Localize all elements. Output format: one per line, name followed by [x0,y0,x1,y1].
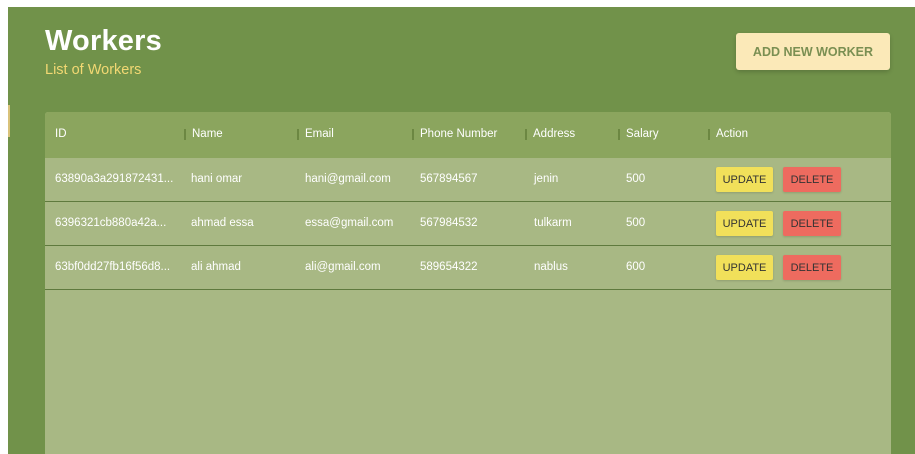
cell-email: ali@gmail.com [305,261,381,273]
table-row[interactable]: 63890a3a291872431... hani omar hani@gmai… [45,158,891,202]
column-separator [708,128,710,140]
column-header-id[interactable]: ID [55,128,67,140]
page-title: Workers [45,25,162,57]
column-label: Action [716,128,748,140]
column-label: Address [533,128,576,140]
column-label: Phone Number [420,128,498,140]
column-header-salary[interactable]: Salary [618,128,659,140]
delete-button[interactable]: DELETE [783,255,841,280]
cell-phone: 567894567 [420,173,478,185]
column-label: Email [305,128,334,140]
cell-phone: 567984532 [420,217,478,229]
update-button[interactable]: UPDATE [716,167,773,192]
cell-email: hani@gmail.com [305,173,391,185]
update-button[interactable]: UPDATE [716,255,773,280]
cell-id: 63bf0dd27fb16f56d8... [55,261,171,273]
cell-id: 6396321cb880a42a... [55,217,167,229]
app-container: Workers List of Workers ADD NEW WORKER I… [8,7,915,454]
delete-button[interactable]: DELETE [783,211,841,236]
page-subtitle: List of Workers [45,62,142,78]
cell-name: ali ahmad [191,261,241,273]
workers-table: ID Name Email Phone Number Address Salar… [45,112,891,454]
column-separator[interactable] [412,128,414,140]
cell-salary: 500 [626,173,646,185]
column-separator[interactable] [525,128,527,140]
cell-name: hani omar [191,173,243,185]
column-label: ID [55,128,67,140]
cell-address: tulkarm [534,217,572,229]
cell-email: essa@gmail.com [305,217,394,229]
cell-name: ahmad essa [191,217,254,229]
cell-phone: 589654322 [420,261,478,273]
column-label: Name [192,128,223,140]
delete-button[interactable]: DELETE [783,167,841,192]
column-separator[interactable] [618,128,620,140]
column-separator[interactable] [184,128,186,140]
table-header: ID Name Email Phone Number Address Salar… [45,112,891,158]
edge-marker [8,105,10,137]
cell-id: 63890a3a291872431... [55,173,174,185]
column-header-action: Action [708,128,748,140]
update-button[interactable]: UPDATE [716,211,773,236]
column-header-email[interactable]: Email [297,128,334,140]
column-separator[interactable] [297,128,299,140]
column-header-address[interactable]: Address [525,128,575,140]
table-row[interactable]: 63bf0dd27fb16f56d8... ali ahmad ali@gmai… [45,246,891,290]
column-header-name[interactable]: Name [184,128,223,140]
column-header-phone[interactable]: Phone Number [412,128,497,140]
table-row[interactable]: 6396321cb880a42a... ahmad essa essa@gmai… [45,202,891,246]
cell-salary: 600 [626,261,646,273]
cell-salary: 500 [626,217,646,229]
column-label: Salary [626,128,659,140]
cell-address: jenin [534,173,559,185]
add-new-worker-button[interactable]: ADD NEW WORKER [736,33,890,70]
cell-address: nablus [534,261,568,273]
